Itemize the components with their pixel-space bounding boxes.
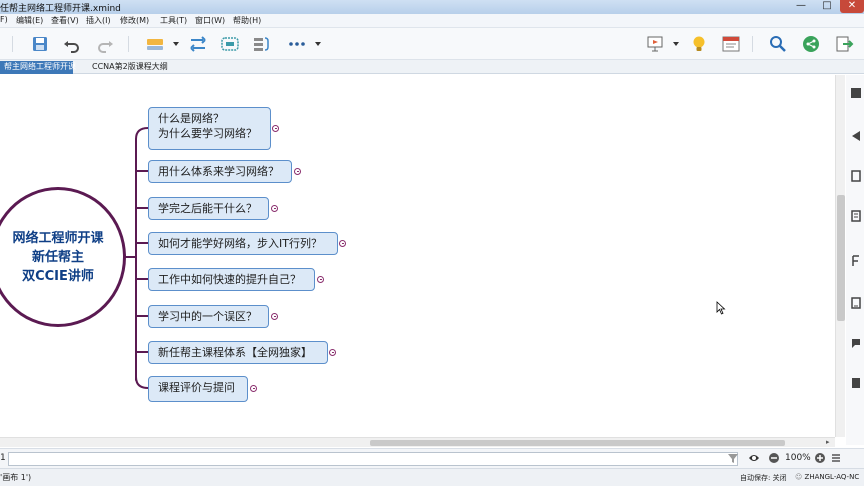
minimize-button[interactable]: — xyxy=(788,0,814,13)
toolbar-separator xyxy=(752,36,753,52)
expand-toggle-icon[interactable] xyxy=(271,313,278,320)
summary-icon[interactable] xyxy=(252,34,272,54)
topic-icon[interactable] xyxy=(145,34,165,54)
horizontal-scrollbar[interactable]: ▸ xyxy=(0,437,835,447)
export-icon[interactable] xyxy=(834,34,854,54)
topic-line: 为什么要学习网络？ xyxy=(158,127,257,140)
eye-icon[interactable] xyxy=(748,452,760,464)
expand-toggle-icon[interactable] xyxy=(317,276,324,283)
title-bar: 任帮主网络工程师开课.xmind — □ ✕ xyxy=(0,0,864,14)
user-icon: ☺ xyxy=(795,473,805,481)
relationship-icon[interactable] xyxy=(188,34,208,54)
search-icon[interactable] xyxy=(768,34,788,54)
central-topic-line-2: 新任帮主 xyxy=(31,250,84,265)
central-topic-line-1: 网络工程师开课 xyxy=(12,231,104,246)
menu-help[interactable]: 帮助(H) xyxy=(233,15,261,26)
topic-line: 学完之后能干什么？ xyxy=(158,202,257,215)
zoom-out-icon[interactable] xyxy=(768,452,780,464)
topic-after-learning[interactable]: 学完之后能干什么？ xyxy=(148,197,269,220)
menu-modify[interactable]: 修改(M) xyxy=(120,15,149,26)
fit-to-window-icon[interactable] xyxy=(830,452,842,464)
tab-ccna-outline[interactable]: CCNA第2版课程大纲 xyxy=(88,61,172,74)
expand-toggle-icon[interactable] xyxy=(294,168,301,175)
topic-dropdown-icon[interactable] xyxy=(172,40,180,48)
format-icon[interactable] xyxy=(850,130,862,142)
expand-toggle-icon[interactable] xyxy=(272,125,279,132)
status-sheet-name: '画布 1') xyxy=(0,473,32,482)
menu-view[interactable]: 查看(V) xyxy=(51,15,79,26)
marker-icon[interactable] xyxy=(850,210,862,222)
mouse-cursor-icon xyxy=(716,301,726,315)
menu-edit[interactable]: 编辑(E) xyxy=(16,15,43,26)
scroll-right-icon[interactable]: ▸ xyxy=(826,438,830,446)
topic-learning-system[interactable]: 用什么体系来学习网络？ xyxy=(148,160,292,183)
boundary-icon[interactable] xyxy=(220,34,240,54)
topic-line: 什么是网络？ xyxy=(158,112,224,125)
window-title: 任帮主网络工程师开课.xmind xyxy=(0,4,121,14)
save-icon[interactable] xyxy=(30,34,50,54)
toolbar-separator xyxy=(128,36,129,52)
more-icon[interactable] xyxy=(287,34,307,54)
undo-icon[interactable] xyxy=(62,34,82,54)
menu-bar: F) 编辑(E) 查看(V) 插入(I) 修改(M) 工具(T) 窗口(W) 帮… xyxy=(0,14,864,28)
toolbar-separator xyxy=(12,36,13,52)
topic-how-to-learn[interactable]: 如何才能学好网络，步入IT行列？ xyxy=(148,232,338,255)
topic-improve-at-work[interactable]: 工作中如何快速的提升自己？ xyxy=(148,268,315,291)
search-input[interactable] xyxy=(8,452,738,466)
topic-line: 新任帮主课程体系【全网独家】 xyxy=(158,346,312,359)
tab-current-map[interactable]: 帮主网络工程师开课 xyxy=(0,61,76,74)
topic-line: 工作中如何快速的提升自己？ xyxy=(158,273,301,286)
expand-toggle-icon[interactable] xyxy=(339,240,346,247)
menu-file[interactable]: F) xyxy=(0,15,8,24)
vertical-scroll-thumb[interactable] xyxy=(837,195,845,321)
close-button[interactable]: ✕ xyxy=(840,0,864,13)
expand-toggle-icon[interactable] xyxy=(329,349,336,356)
zoom-in-icon[interactable] xyxy=(814,452,826,464)
topic-line: 学习中的一个误区？ xyxy=(158,310,257,323)
topic-line: 用什么体系来学习网络？ xyxy=(158,165,279,178)
toolbar xyxy=(0,28,864,60)
tab-bar: 帮主网络工程师开课 CCNA第2版课程大纲 xyxy=(0,60,864,74)
autosave-status[interactable]: 自动保存: 关闭 xyxy=(740,473,787,483)
side-panel xyxy=(846,75,864,445)
host-name-text: ZHANGL-AQ-NC xyxy=(804,473,860,481)
comments-icon[interactable] xyxy=(850,337,862,349)
topic-course-review[interactable]: 课程评价与提问 xyxy=(148,376,248,402)
redo-icon[interactable] xyxy=(95,34,115,54)
more-dropdown-icon[interactable] xyxy=(314,40,322,48)
maximize-button[interactable]: □ xyxy=(815,0,839,13)
presentation-icon[interactable] xyxy=(645,34,665,54)
central-topic-line-3: 双CCIE讲师 xyxy=(22,269,94,284)
layout-icon[interactable] xyxy=(721,34,741,54)
host-name: ☺ ZHANGL-AQ-NC xyxy=(795,473,859,481)
vertical-scrollbar[interactable] xyxy=(835,75,845,437)
topic-line: 课程评价与提问 xyxy=(158,381,235,394)
topic-line: 如何才能学好网络，步入IT行列？ xyxy=(158,237,322,250)
task-icon[interactable] xyxy=(850,377,862,389)
find-bar: 1 100% xyxy=(0,448,864,468)
expand-toggle-icon[interactable] xyxy=(271,205,278,212)
presentation-dropdown-icon[interactable] xyxy=(672,40,680,48)
status-bar: '画布 1') 自动保存: 关闭 ☺ ZHANGL-AQ-NC xyxy=(0,468,864,486)
expand-toggle-icon[interactable] xyxy=(250,385,257,392)
horizontal-scroll-thumb[interactable] xyxy=(370,440,785,446)
menu-insert[interactable]: 插入(I) xyxy=(86,15,111,26)
idea-icon[interactable] xyxy=(689,34,709,54)
icons-panel-icon[interactable] xyxy=(850,255,862,267)
notes-icon[interactable] xyxy=(850,170,862,182)
menu-tools[interactable]: 工具(T) xyxy=(160,15,187,26)
overview-icon[interactable] xyxy=(850,297,862,309)
share-icon[interactable] xyxy=(801,34,821,54)
outline-icon[interactable] xyxy=(850,87,862,99)
zoom-level: 100% xyxy=(785,453,811,463)
topic-misconception[interactable]: 学习中的一个误区？ xyxy=(148,305,269,328)
menu-window[interactable]: 窗口(W) xyxy=(195,15,225,26)
filter-icon[interactable] xyxy=(727,452,739,464)
topic-course-system[interactable]: 新任帮主课程体系【全网独家】 xyxy=(148,341,328,364)
mindmap-canvas[interactable]: 网络工程师开课 新任帮主 双CCIE讲师 什么是网络？ 为什么要学习网络？ 用什… xyxy=(0,75,835,437)
line-number: 1 xyxy=(0,453,6,463)
topic-what-is-network[interactable]: 什么是网络？ 为什么要学习网络？ xyxy=(148,107,271,150)
